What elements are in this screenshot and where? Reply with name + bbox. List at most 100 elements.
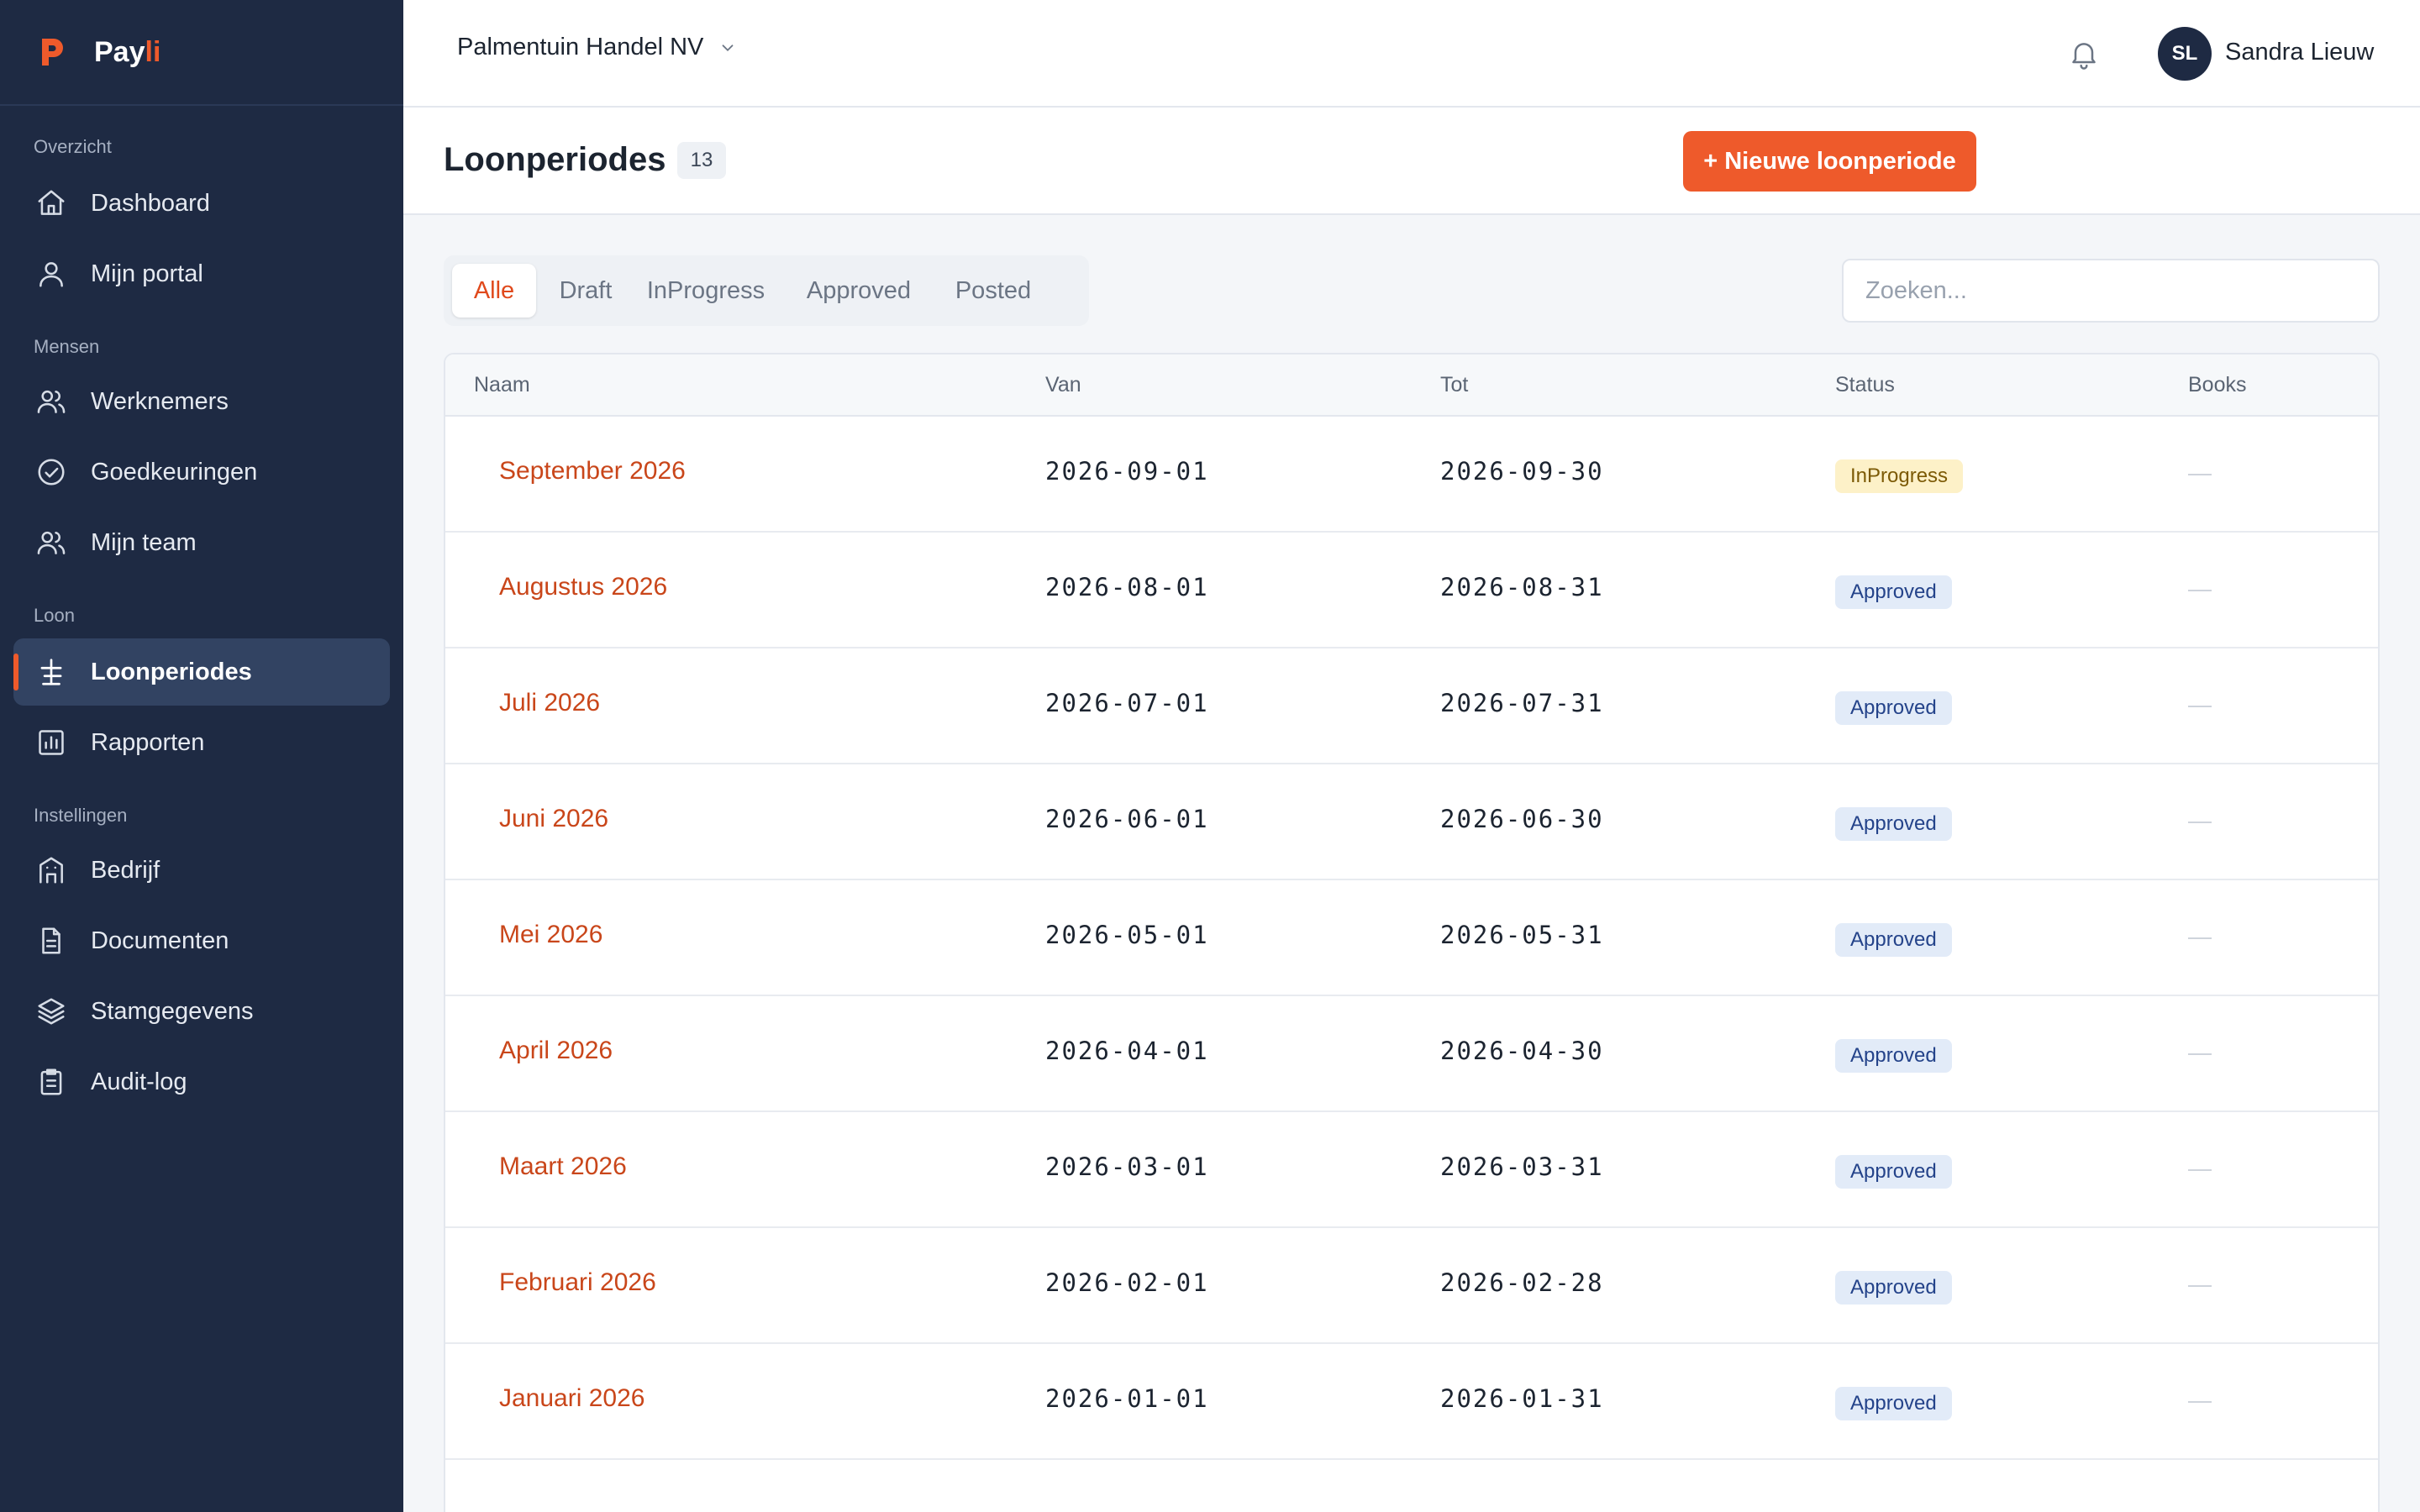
period-to: 2026-06-30 (1440, 805, 1604, 833)
period-name-link[interactable]: Juni 2026 (499, 805, 608, 833)
brand[interactable]: Payli (0, 0, 403, 106)
period-name-link[interactable]: September 2026 (499, 457, 686, 486)
period-name-link[interactable]: Februari 2026 (499, 1268, 656, 1297)
status-filter-tabs: Alle Draft InProgress Approved Posted (444, 255, 1089, 326)
status-badge: Approved (1835, 1387, 1952, 1420)
period-to: 2026-04-30 (1440, 1037, 1604, 1065)
sidebar-item-label: Goedkeuringen (91, 458, 258, 486)
bell-icon[interactable] (2067, 35, 2101, 72)
scale-icon (40, 659, 62, 685)
sidebar-item-label: Mijn portal (91, 260, 203, 287)
table-row[interactable]: Maart 2026 2026-03-01 2026-03-31 Approve… (445, 1112, 2378, 1228)
sidebar-item-dashboard[interactable]: Dashboard (13, 170, 390, 237)
status-badge: Approved (1835, 575, 1952, 609)
table-row[interactable]: April 2026 2026-04-01 2026-04-30 Approve… (445, 996, 2378, 1112)
sidebar-item-label: Dashboard (91, 189, 210, 217)
period-name-link[interactable]: Augustus 2026 (499, 573, 667, 601)
period-to: 2026-09-30 (1440, 457, 1604, 486)
sidebar-item-werknemers[interactable]: Werknemers (13, 368, 390, 435)
sidebar-item-stamgegevens[interactable]: Stamgegevens (13, 978, 390, 1045)
sidebar-item-label: Stamgegevens (91, 997, 254, 1025)
sidebar-item-audit-log[interactable]: Audit-log (13, 1048, 390, 1116)
status-badge: Approved (1835, 923, 1952, 957)
books-empty-dash (2188, 590, 2212, 591)
books-empty-dash (2188, 1169, 2212, 1171)
sidebar-item-label: Documenten (91, 927, 229, 954)
period-to: 2026-08-31 (1440, 573, 1604, 601)
section-label-mensen: Mensen (34, 336, 100, 357)
sidebar-item-rapporten[interactable]: Rapporten (13, 709, 390, 776)
sidebar-item-documenten[interactable]: Documenten (13, 907, 390, 974)
layers-icon (38, 998, 65, 1025)
table-row[interactable]: Augustus 2026 2026-08-01 2026-08-31 Appr… (445, 533, 2378, 648)
books-empty-dash (2188, 1401, 2212, 1403)
sidebar-item-bedrijf[interactable]: Bedrijf (13, 837, 390, 904)
period-from: 2026-05-01 (1045, 921, 1209, 949)
period-to: 2026-07-31 (1440, 689, 1604, 717)
sidebar-item-mijn-team[interactable]: Mijn team (13, 509, 390, 576)
period-to: 2026-02-28 (1440, 1268, 1604, 1297)
period-to: 2026-05-31 (1440, 921, 1604, 949)
column-header-status[interactable]: Status (1835, 373, 1895, 397)
sidebar-item-label: Rapporten (91, 728, 205, 756)
period-from: 2026-03-01 (1045, 1152, 1209, 1181)
column-header-van[interactable]: Van (1045, 373, 1081, 397)
period-name-link[interactable]: April 2026 (499, 1037, 613, 1065)
sidebar-item-mijn-portal[interactable]: Mijn portal (13, 240, 390, 307)
new-payroll-period-button[interactable]: + Nieuwe loonperiode (1683, 131, 1976, 192)
brand-name: Payli (94, 35, 161, 68)
user-name[interactable]: Sandra Lieuw (2225, 39, 2374, 66)
sidebar-item-goedkeuringen[interactable]: Goedkeuringen (13, 438, 390, 506)
tab-inprogress[interactable]: InProgress (635, 264, 776, 318)
tab-posted[interactable]: Posted (941, 264, 1045, 318)
bar-chart-icon (39, 730, 64, 755)
period-name-link[interactable]: Januari 2026 (499, 1384, 644, 1413)
tab-draft[interactable]: Draft (548, 264, 623, 318)
section-label-overzicht: Overzicht (34, 136, 112, 157)
payroll-periods-table: Naam Van Tot Status Books September 2026… (444, 353, 2380, 1512)
table-row[interactable]: Juli 2026 2026-07-01 2026-07-31 Approved (445, 648, 2378, 764)
table-row[interactable]: Mei 2026 2026-05-01 2026-05-31 Approved (445, 880, 2378, 996)
books-empty-dash (2188, 706, 2212, 707)
users-icon (37, 390, 66, 413)
sidebar: Payli Overzicht Dashboard Mijn portal Me… (0, 0, 403, 1512)
avatar[interactable]: SL (2158, 27, 2212, 81)
period-name-link[interactable]: Maart 2026 (499, 1152, 627, 1181)
chevron-down-icon (722, 44, 734, 51)
column-header-naam[interactable]: Naam (474, 373, 530, 397)
status-badge: Approved (1835, 1271, 1952, 1305)
users-icon (37, 531, 66, 554)
column-header-books[interactable]: Books (2188, 373, 2246, 397)
books-empty-dash (2188, 1285, 2212, 1287)
tab-approved[interactable]: Approved (788, 264, 929, 318)
table-row[interactable]: Januari 2026 2026-01-01 2026-01-31 Appro… (445, 1344, 2378, 1460)
sidebar-item-label: Audit-log (91, 1068, 187, 1095)
period-to: 2026-03-31 (1440, 1152, 1604, 1181)
period-from: 2026-06-01 (1045, 805, 1209, 833)
topbar: Palmentuin Handel NV SL Sandra Lieuw (403, 0, 2420, 108)
period-name-link[interactable]: Mei 2026 (499, 921, 602, 949)
period-name-link[interactable]: Juli 2026 (499, 689, 600, 717)
status-badge: Approved (1835, 807, 1952, 841)
table-row[interactable]: Februari 2026 2026-02-01 2026-02-28 Appr… (445, 1228, 2378, 1344)
tab-alle[interactable]: Alle (452, 264, 536, 318)
document-icon (42, 927, 60, 954)
company-name: Palmentuin Handel NV (457, 34, 704, 60)
column-header-tot[interactable]: Tot (1440, 373, 1468, 397)
payli-logo-icon (42, 39, 63, 66)
search-input[interactable] (1842, 259, 2380, 323)
page-header: Loonperiodes 13 + Nieuwe loonperiode (403, 108, 2420, 215)
status-badge: Approved (1835, 691, 1952, 725)
table-row[interactable]: Juni 2026 2026-06-01 2026-06-30 Approved (445, 764, 2378, 880)
page-title: Loonperiodes (444, 141, 666, 178)
table-header: Naam Van Tot Status Books (445, 354, 2378, 417)
company-switcher[interactable]: Palmentuin Handel NV (457, 34, 737, 61)
period-to: 2026-01-31 (1440, 1384, 1604, 1413)
table-row[interactable]: September 2026 2026-09-01 2026-09-30 InP… (445, 417, 2378, 533)
sidebar-item-loonperiodes[interactable]: Loonperiodes (13, 638, 390, 706)
period-from: 2026-07-01 (1045, 689, 1209, 717)
sidebar-item-label: Mijn team (91, 528, 197, 556)
status-badge: Approved (1835, 1155, 1952, 1189)
check-circle-icon (38, 459, 65, 486)
home-icon (38, 190, 65, 215)
